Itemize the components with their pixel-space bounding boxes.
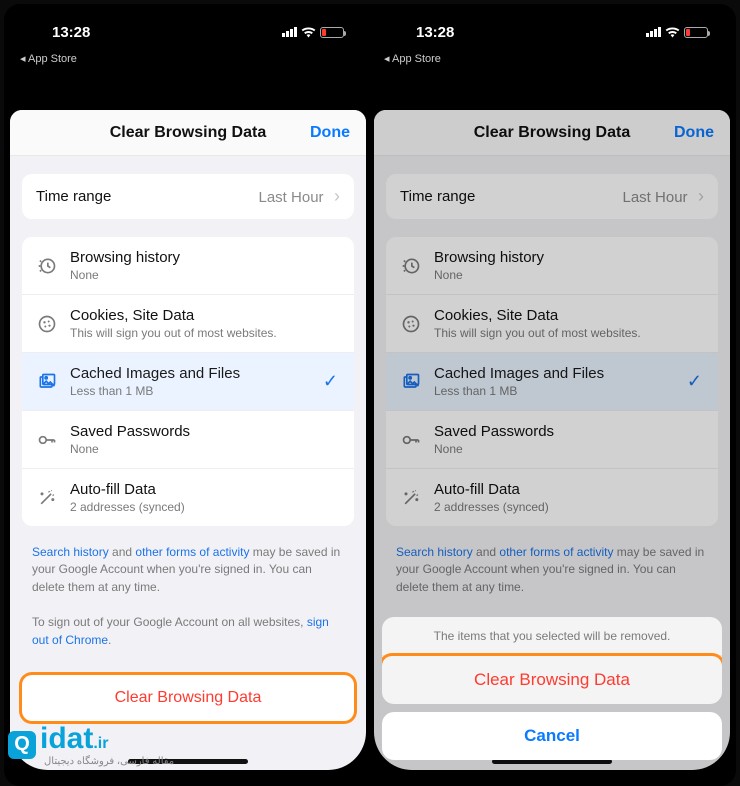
confirm-clear-button[interactable]: Clear Browsing Data (382, 656, 722, 704)
done-button[interactable]: Done (310, 124, 350, 142)
item-title: Saved Passwords (434, 423, 704, 440)
chevron-right-icon: › (698, 186, 704, 206)
sheet-header: Clear Browsing Data Done (374, 110, 730, 156)
battery-icon (684, 27, 708, 38)
status-time: 13:28 (52, 24, 90, 41)
page-title: Clear Browsing Data (474, 124, 630, 142)
item-title: Cookies, Site Data (434, 307, 704, 324)
status-icons (646, 27, 708, 38)
back-to-app[interactable]: App Store (384, 52, 441, 65)
cancel-button[interactable]: Cancel (382, 712, 722, 760)
wand-icon (36, 487, 58, 509)
item-cached-images[interactable]: Cached Images and Files Less than 1 MB ✓ (22, 353, 354, 411)
item-sub: None (434, 268, 704, 282)
item-sub: Less than 1 MB (434, 384, 704, 398)
image-icon (400, 371, 422, 393)
item-title: Cached Images and Files (434, 365, 704, 382)
item-sub: 2 addresses (synced) (70, 500, 340, 514)
page-title: Clear Browsing Data (110, 124, 266, 142)
item-title: Browsing history (70, 249, 340, 266)
back-to-app[interactable]: App Store (20, 52, 77, 65)
cookie-icon (400, 313, 422, 335)
key-icon (36, 429, 58, 451)
watermark-brand: idat (40, 722, 93, 755)
image-icon (36, 371, 58, 393)
item-sub: 2 addresses (synced) (434, 500, 704, 514)
item-sub: None (70, 268, 340, 282)
item-title: Browsing history (434, 249, 704, 266)
key-icon (400, 429, 422, 451)
item-sub: Less than 1 MB (70, 384, 340, 398)
item-cookies[interactable]: Cookies, Site Data This will sign you ou… (386, 295, 718, 353)
time-range-row[interactable]: Time range Last Hour › (386, 174, 718, 219)
item-cookies[interactable]: Cookies, Site Data This will sign you ou… (22, 295, 354, 353)
link-other-activity[interactable]: other forms of activity (499, 545, 613, 559)
item-saved-passwords[interactable]: Saved Passwords None (386, 411, 718, 469)
watermark-sub: مقاله فارسی، فروشگاه دیجیتال (44, 756, 174, 767)
wifi-icon (301, 27, 316, 38)
status-bar: 13:28 (374, 12, 730, 52)
clear-browsing-data-button[interactable]: Clear Browsing Data (22, 675, 354, 721)
link-search-history[interactable]: Search history (32, 545, 109, 559)
item-title: Auto-fill Data (70, 481, 340, 498)
screenshot-right: 13:28 App Store Clear Browsing Data Done… (374, 12, 730, 778)
link-search-history[interactable]: Search history (396, 545, 473, 559)
item-title: Saved Passwords (70, 423, 340, 440)
item-sub: None (70, 442, 340, 456)
status-icons (282, 27, 344, 38)
item-browsing-history[interactable]: Browsing history None (386, 237, 718, 295)
history-icon (400, 255, 422, 277)
signal-icon (282, 27, 297, 37)
chevron-right-icon: › (334, 186, 340, 206)
item-browsing-history[interactable]: Browsing history None (22, 237, 354, 295)
time-range-label: Time range (36, 188, 111, 205)
wand-icon (400, 487, 422, 509)
screenshot-left: 13:28 App Store Clear Browsing Data Done… (10, 12, 366, 778)
time-range-row[interactable]: Time range Last Hour › (22, 174, 354, 219)
action-sheet: The items that you selected will be remo… (382, 617, 722, 760)
item-title: Auto-fill Data (434, 481, 704, 498)
wifi-icon (665, 27, 680, 38)
cookie-icon (36, 313, 58, 335)
action-sheet-message: The items that you selected will be remo… (382, 617, 722, 656)
signal-icon (646, 27, 661, 37)
watermark: Q idat.ir مقاله فارسی، فروشگاه دیجیتال (8, 722, 174, 767)
sheet-header: Clear Browsing Data Done (10, 110, 366, 156)
status-time: 13:28 (416, 24, 454, 41)
check-icon: ✓ (323, 371, 338, 392)
time-range-label: Time range (400, 188, 475, 205)
item-sub: This will sign you out of most websites. (70, 326, 340, 340)
item-sub: None (434, 442, 704, 456)
status-bar: 13:28 (10, 12, 366, 52)
info-text-2: To sign out of your Google Account on al… (32, 614, 344, 649)
watermark-logo-icon: Q (8, 731, 36, 759)
modal-sheet: Clear Browsing Data Done Time range Last… (374, 110, 730, 770)
item-sub: This will sign you out of most websites. (434, 326, 704, 340)
info-text-1: Search history and other forms of activi… (32, 544, 344, 596)
history-icon (36, 255, 58, 277)
time-range-value: Last Hour (623, 189, 688, 206)
modal-sheet: Clear Browsing Data Done Time range Last… (10, 110, 366, 770)
done-button[interactable]: Done (674, 124, 714, 142)
battery-icon (320, 27, 344, 38)
time-range-value: Last Hour (259, 189, 324, 206)
item-autofill[interactable]: Auto-fill Data 2 addresses (synced) (22, 469, 354, 526)
item-autofill[interactable]: Auto-fill Data 2 addresses (synced) (386, 469, 718, 526)
item-cached-images[interactable]: Cached Images and Files Less than 1 MB ✓ (386, 353, 718, 411)
item-title: Cookies, Site Data (70, 307, 340, 324)
item-saved-passwords[interactable]: Saved Passwords None (22, 411, 354, 469)
info-text-1: Search history and other forms of activi… (396, 544, 708, 596)
check-icon: ✓ (687, 371, 702, 392)
item-title: Cached Images and Files (70, 365, 340, 382)
link-other-activity[interactable]: other forms of activity (135, 545, 249, 559)
